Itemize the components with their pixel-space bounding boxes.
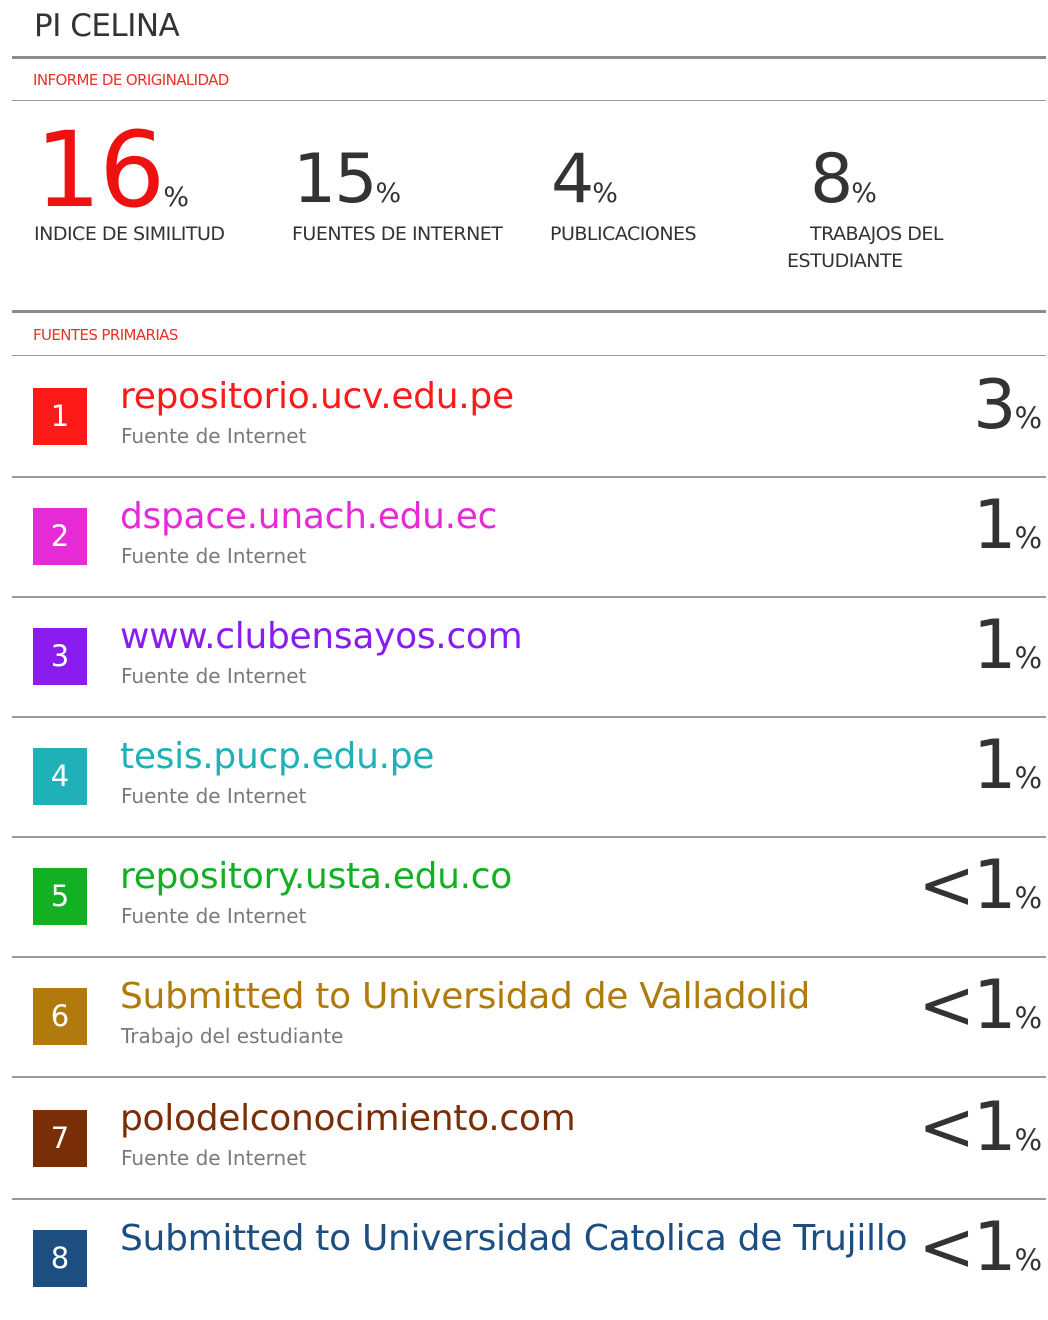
source-percentage-value: 1: [973, 726, 1016, 805]
source-rank-badge: 4: [33, 748, 87, 805]
source-percentage: 1%: [973, 612, 1042, 680]
originality-divider: [12, 100, 1046, 101]
source-row: 5 repository.usta.edu.co Fuente de Inter…: [0, 838, 1048, 958]
source-percentage-value: <1: [918, 846, 1016, 925]
source-percentage: <1%: [918, 972, 1042, 1040]
originality-report-header: INFORME DE ORIGINALIDAD: [33, 71, 229, 89]
source-rank-badge: 3: [33, 628, 87, 685]
source-name: repository.usta.edu.co: [120, 856, 513, 897]
source-percentage: <1%: [918, 1094, 1042, 1162]
source-row: 1 repositorio.ucv.edu.pe Fuente de Inter…: [0, 358, 1048, 478]
source-rank-badge: 1: [33, 388, 87, 445]
source-percentage-value: <1: [918, 966, 1016, 1045]
source-type: Fuente de Internet: [121, 544, 307, 568]
source-type: Fuente de Internet: [121, 904, 307, 928]
source-type: Fuente de Internet: [121, 784, 307, 808]
source-rank-badge: 7: [33, 1110, 87, 1167]
stat-value: 4%: [551, 146, 618, 214]
source-percentage: 3%: [973, 372, 1042, 440]
stats-divider: [12, 310, 1046, 313]
stat-number: 15: [293, 140, 378, 219]
source-percentage: 1%: [973, 492, 1042, 560]
primary-sources-divider: [12, 355, 1046, 356]
stat-unit: %: [375, 178, 402, 209]
source-name: www.clubensayos.com: [120, 616, 523, 657]
source-row: 8 Submitted to Universidad Catolica de T…: [0, 1200, 1048, 1320]
stat-number: 4: [551, 140, 594, 219]
stat-label: FUENTES DE INTERNET: [292, 223, 503, 245]
source-name: Submitted to Universidad Catolica de Tru…: [120, 1218, 908, 1259]
source-percentage-value: 3: [973, 366, 1016, 445]
source-row: 3 www.clubensayos.com Fuente de Internet…: [0, 598, 1048, 718]
stat-label: PUBLICACIONES: [550, 223, 697, 245]
source-name: tesis.pucp.edu.pe: [120, 736, 435, 777]
source-rank-badge: 8: [33, 1230, 87, 1287]
source-row: 4 tesis.pucp.edu.pe Fuente de Internet 1…: [0, 718, 1048, 838]
source-type: Trabajo del estudiante: [121, 1024, 344, 1048]
source-name: Submitted to Universidad de Valladolid: [120, 976, 810, 1017]
source-rank-badge: 2: [33, 508, 87, 565]
stat-value: 15%: [293, 146, 401, 214]
source-percentage-unit: %: [1014, 1243, 1042, 1277]
stat-number: 8: [810, 140, 853, 219]
stat-label: ESTUDIANTE: [787, 250, 903, 272]
source-percentage: 1%: [973, 732, 1042, 800]
source-percentage-unit: %: [1014, 401, 1042, 435]
source-percentage-unit: %: [1014, 641, 1042, 675]
source-row: 6 Submitted to Universidad de Valladolid…: [0, 958, 1048, 1078]
source-percentage-value: <1: [918, 1208, 1016, 1287]
stat-unit: %: [592, 178, 618, 209]
document-title: PI CELINA: [34, 8, 180, 44]
stat-label: INDICE DE SIMILITUD: [34, 223, 225, 245]
stat-unit: %: [163, 182, 189, 213]
row-divider: [12, 1076, 1046, 1078]
stat-number: 16: [35, 109, 165, 231]
source-percentage-value: <1: [918, 1088, 1016, 1167]
source-percentage-unit: %: [1014, 761, 1042, 795]
source-name: dspace.unach.edu.ec: [120, 496, 498, 537]
stat-unit: %: [851, 178, 877, 209]
source-rank-badge: 5: [33, 868, 87, 925]
stat-value: 8%: [810, 146, 877, 214]
source-type: Fuente de Internet: [121, 1146, 307, 1170]
source-percentage-value: 1: [973, 606, 1016, 685]
stat-label: TRABAJOS DEL: [810, 223, 943, 245]
source-type: Fuente de Internet: [121, 424, 307, 448]
source-percentage-value: 1: [973, 486, 1016, 565]
source-percentage-unit: %: [1014, 1001, 1042, 1035]
source-percentage: <1%: [918, 852, 1042, 920]
source-percentage-unit: %: [1014, 1123, 1042, 1157]
source-rank-badge: 6: [33, 988, 87, 1045]
source-percentage-unit: %: [1014, 881, 1042, 915]
stat-value: 16%: [35, 118, 189, 222]
title-divider: [12, 56, 1046, 59]
source-row: 2 dspace.unach.edu.ec Fuente de Internet…: [0, 478, 1048, 598]
source-row: 7 polodelconocimiento.com Fuente de Inte…: [0, 1080, 1048, 1200]
source-percentage-unit: %: [1014, 521, 1042, 555]
source-percentage: <1%: [918, 1214, 1042, 1282]
source-type: Fuente de Internet: [121, 664, 307, 688]
source-name: repositorio.ucv.edu.pe: [120, 376, 514, 417]
source-name: polodelconocimiento.com: [120, 1098, 576, 1139]
primary-sources-header: FUENTES PRIMARIAS: [33, 326, 178, 344]
